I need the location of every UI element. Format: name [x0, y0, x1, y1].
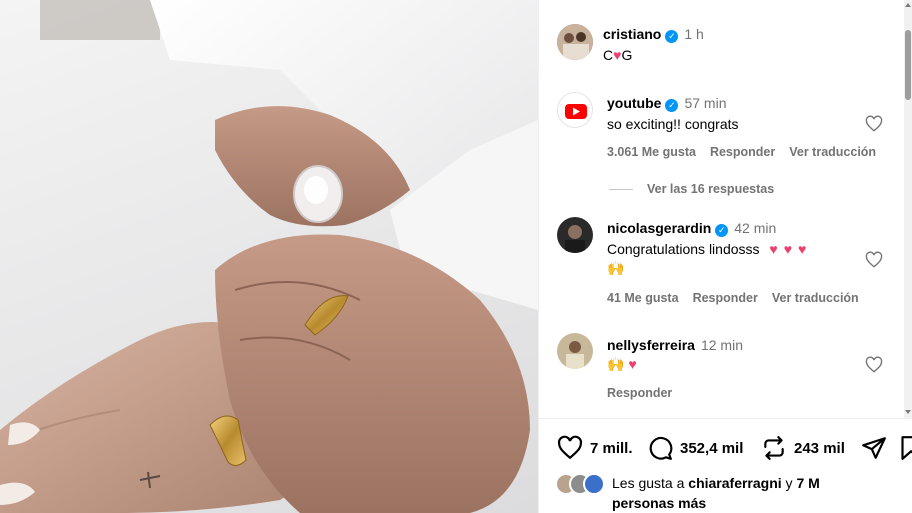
liked-by-suffix[interactable]: personas más: [612, 495, 706, 511]
post-author[interactable]: cristiano ✓ 1 h: [603, 26, 704, 43]
scrollbar-thumb[interactable]: [905, 30, 911, 100]
comment-3-time[interactable]: 12 min: [701, 337, 743, 353]
repost-icon[interactable]: [761, 435, 787, 461]
save-action[interactable]: [899, 433, 912, 463]
post-photo[interactable]: [0, 0, 538, 513]
bookmark-icon[interactable]: [899, 435, 912, 461]
heart-emojis-icon: ♥♥♥: [769, 241, 813, 257]
comment-1-time[interactable]: 57 min: [684, 95, 726, 111]
comment-2-header: nicolasgerardin ✓ 42 min: [607, 220, 776, 237]
comment-1-text: so exciting!! congrats: [607, 116, 739, 132]
caption-letter-c: C: [603, 47, 614, 63]
comment-2-text: Congratulations lindosss ♥♥♥: [607, 241, 812, 257]
comment-1-username[interactable]: youtube: [607, 95, 661, 111]
verified-badge-icon: ✓: [665, 30, 679, 43]
nellysferreira-photo: [557, 333, 593, 369]
comment-1-header: youtube ✓ 57 min: [607, 95, 726, 112]
youtube-logo-icon: [565, 104, 587, 119]
liked-by-others-count[interactable]: 7 M: [796, 475, 819, 491]
repost-action[interactable]: 243 mil: [761, 433, 845, 463]
raising-hands-emoji-icon: 🙌: [607, 356, 625, 372]
share-action[interactable]: [861, 433, 894, 463]
verified-badge-icon: ✓: [715, 224, 729, 237]
comment-1-like-heart-icon[interactable]: [864, 115, 884, 133]
comment-2-translate-button[interactable]: Ver traducción: [772, 291, 859, 305]
hands-with-rings-image: [0, 0, 538, 513]
comments-scrollbar[interactable]: [904, 0, 912, 418]
comment-3-like-heart-icon[interactable]: [864, 356, 884, 374]
comment-2-meta: 41 Me gusta Responder Ver traducción: [607, 291, 873, 305]
post-actions: 7 mill. 352,4 mil 243 mil Les gusta a ch…: [539, 418, 912, 513]
liked-by-text: Les gusta a chiaraferragni y 7 M persona…: [612, 473, 872, 513]
nicolasgerardin-avatar[interactable]: [557, 217, 593, 253]
comment-2-text-body: Congratulations lindosss: [607, 241, 760, 257]
like-action[interactable]: 7 mill.: [557, 433, 633, 463]
liked-by-user[interactable]: chiaraferragni: [688, 475, 781, 491]
comment-action[interactable]: 352,4 mil: [647, 433, 743, 463]
comments-panel: cristiano ✓ 1 h C♥G youtube ✓ 57 min so exci…: [538, 0, 912, 513]
liked-by-prefix: Les gusta a: [612, 475, 685, 491]
nicolasgerardin-photo: [557, 217, 593, 253]
comment-2-reply-button[interactable]: Responder: [693, 291, 758, 305]
comment-2-likes[interactable]: 41 Me gusta: [607, 291, 679, 305]
liked-by-connector: y: [785, 475, 793, 491]
likes-count[interactable]: 7 mill.: [590, 440, 633, 457]
comment-2-like-heart-icon[interactable]: [864, 251, 884, 269]
scroll-down-arrow-icon[interactable]: [905, 410, 911, 414]
comment-3-meta: Responder: [607, 386, 686, 400]
liked-avatar-3: [583, 473, 605, 495]
post-time[interactable]: 1 h: [684, 26, 703, 42]
comment-3-text: 🙌 ♥: [607, 356, 637, 373]
author-avatar[interactable]: [557, 24, 593, 60]
reposts-count[interactable]: 243 mil: [794, 440, 845, 457]
comment-2-username[interactable]: nicolasgerardin: [607, 220, 711, 236]
verified-badge-icon: ✓: [665, 99, 679, 112]
share-icon[interactable]: [861, 435, 887, 461]
author-photo: [557, 24, 593, 60]
nellysferreira-avatar[interactable]: [557, 333, 593, 369]
caption-letter-g: G: [621, 47, 633, 63]
heart-icon[interactable]: [557, 435, 583, 461]
view-replies-button[interactable]: Ver las 16 respuestas: [609, 182, 774, 196]
comment-icon[interactable]: [647, 435, 673, 461]
view-replies-label: Ver las 16 respuestas: [647, 182, 775, 196]
comment-2-time[interactable]: 42 min: [734, 220, 776, 236]
comment-1-reply-button[interactable]: Responder: [710, 145, 775, 159]
comment-3-username[interactable]: nellysferreira: [607, 337, 695, 353]
comment-3-header: nellysferreira 12 min: [607, 337, 743, 353]
comment-1-translate-button[interactable]: Ver traducción: [789, 145, 876, 159]
liked-by-avatars[interactable]: [555, 473, 611, 495]
youtube-avatar[interactable]: [557, 92, 593, 128]
scroll-up-arrow-icon[interactable]: [905, 3, 911, 7]
comment-3-reply-button[interactable]: Responder: [607, 386, 672, 400]
raising-hands-emoji-icon: 🙌: [607, 260, 625, 276]
comments-list[interactable]: cristiano ✓ 1 h C♥G youtube ✓ 57 min so exci…: [539, 0, 905, 418]
comments-count[interactable]: 352,4 mil: [680, 440, 743, 457]
post-caption: C♥G: [603, 47, 632, 63]
comment-1-meta: 3.061 Me gusta Responder Ver traducción: [607, 145, 890, 159]
comment-1-likes[interactable]: 3.061 Me gusta: [607, 145, 696, 159]
replies-divider: [609, 189, 633, 191]
author-username[interactable]: cristiano: [603, 26, 661, 42]
heart-emoji-icon: ♥: [628, 356, 637, 372]
